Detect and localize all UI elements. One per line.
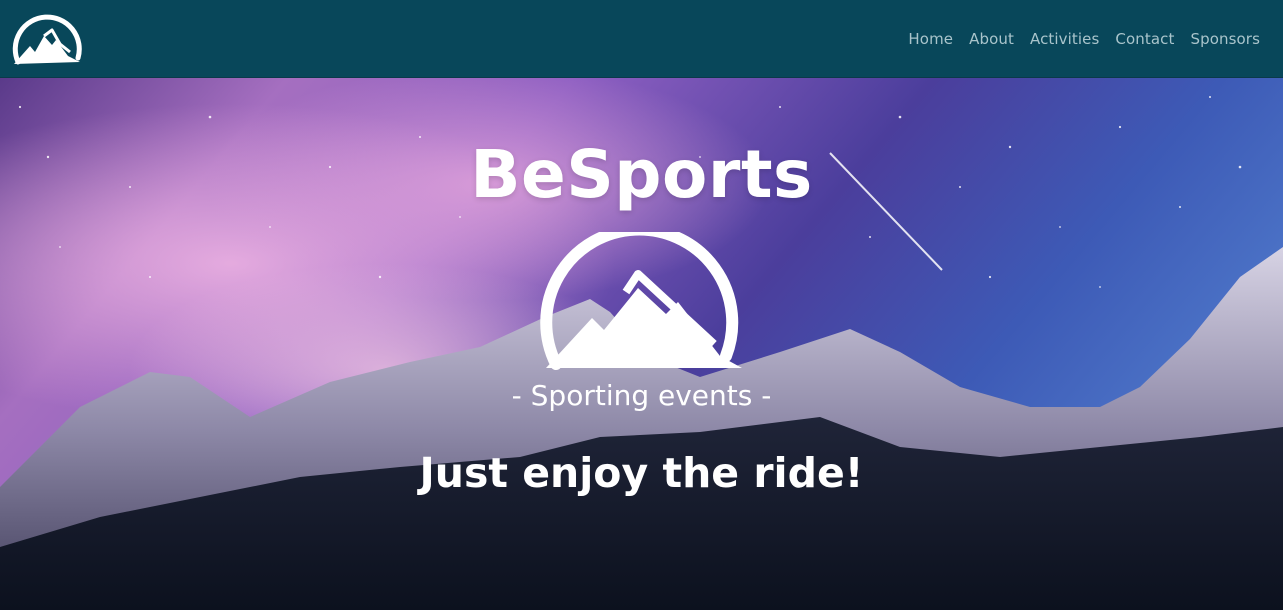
mountain-emblem-icon	[538, 223, 744, 372]
nav-link-sponsors[interactable]: Sponsors	[1190, 30, 1260, 48]
nav-link-about[interactable]: About	[969, 30, 1014, 48]
mountain-logo-icon[interactable]	[10, 12, 82, 66]
hero-subtitle: - Sporting events -	[511, 379, 772, 412]
hero-title: BeSports	[470, 136, 813, 213]
navbar: Home About Activities Contact Sponsors	[0, 0, 1283, 78]
nav-link-activities[interactable]: Activities	[1030, 30, 1099, 48]
nav-link-home[interactable]: Home	[908, 30, 953, 48]
hero-section: BeSports - Sporting events - Just enjoy …	[0, 77, 1283, 610]
hero-tagline: Just enjoy the ride!	[419, 449, 864, 497]
main-nav: Home About Activities Contact Sponsors	[908, 30, 1260, 48]
nav-link-contact[interactable]: Contact	[1115, 30, 1174, 48]
